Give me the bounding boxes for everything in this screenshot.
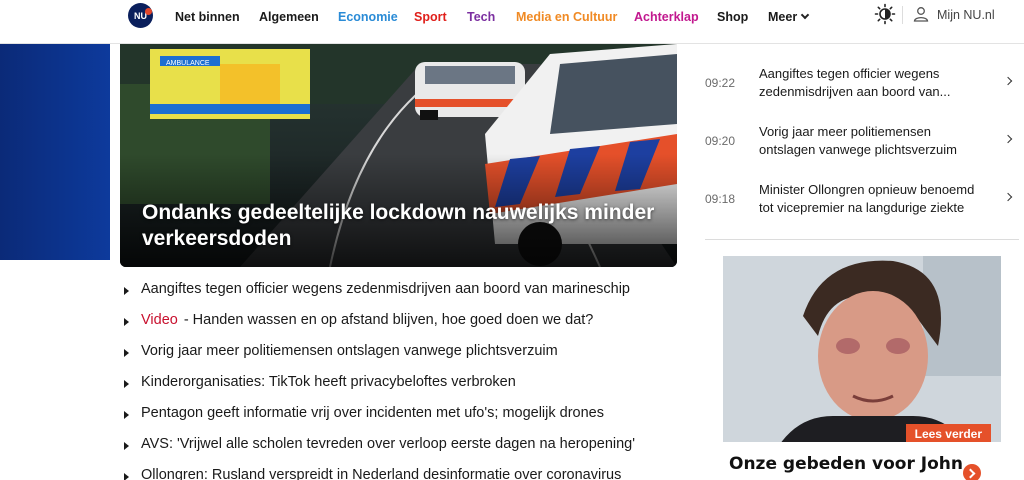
nav-tech[interactable]: Tech — [467, 10, 495, 24]
divider — [705, 239, 1019, 240]
article-list-item[interactable]: Kinderorganisaties: TikTok heeft privacy… — [124, 374, 684, 405]
bullet-triangle-icon — [124, 318, 129, 326]
header-divider — [902, 6, 903, 24]
bullet-triangle-icon — [124, 349, 129, 357]
article-list-item[interactable]: Ollongren: Rusland verspreidt in Nederla… — [124, 467, 684, 480]
top-navigation-bar: NU Net binnen Algemeen Economie Sport Te… — [0, 0, 1024, 44]
latest-title: Aangiftes tegen officier wegens zedenmisd… — [759, 66, 951, 99]
promo-card[interactable]: Lees verder Onze gebeden voor John — [723, 256, 1001, 480]
nav-achterklap[interactable]: Achterklap — [634, 10, 699, 24]
bullet-triangle-icon — [124, 380, 129, 388]
nav-net-binnen[interactable]: Net binnen — [175, 10, 240, 24]
article-title: AVS: 'Vrijwel alle scholen tevreden over… — [141, 436, 636, 452]
chevron-right-icon — [1003, 76, 1013, 86]
article-list-item[interactable]: Aangiftes tegen officier wegens zedenmis… — [124, 281, 684, 312]
article-title: - Handen wassen en op afstand blijven, h… — [183, 312, 594, 328]
theme-toggle-icon[interactable] — [874, 3, 896, 25]
article-list-item[interactable]: Vorig jaar meer politiemensen ontslagen … — [124, 343, 684, 374]
nav-algemeen[interactable]: Algemeen — [259, 10, 319, 24]
nav-shop[interactable]: Shop — [717, 10, 748, 24]
ambulance-label: AMBULANCE — [166, 60, 210, 67]
nav-economie[interactable]: Economie — [338, 10, 398, 24]
bullet-triangle-icon — [124, 287, 129, 295]
read-more-badge[interactable]: Lees verder — [905, 424, 991, 444]
article-list-item[interactable]: Video - Handen wassen en op afstand blijv… — [124, 312, 684, 343]
article-title: Vorig jaar meer politiemensen ontslagen … — [141, 343, 558, 359]
promo-title[interactable]: Onze gebeden voor John — [729, 454, 963, 474]
article-list-item[interactable]: AVS: 'Vrijwel alle scholen tevreden over… — [124, 436, 684, 467]
nav-meer-label: Meer — [768, 10, 798, 24]
article-list-item[interactable]: Pentagon geeft informatie vrij over inci… — [124, 405, 684, 436]
nu-logo[interactable]: NU — [128, 3, 153, 28]
bullet-triangle-icon — [124, 442, 129, 450]
chevron-right-icon — [1003, 134, 1013, 144]
hero-article[interactable]: AMBULANCE Ondanks gedeeltelijke lockdown… — [120, 44, 677, 267]
hero-title[interactable]: Ondanks gedeeltelijke lockdown nauwelijk… — [142, 200, 662, 252]
nav-sport[interactable]: Sport — [414, 10, 447, 24]
nav-meer[interactable]: Meer — [768, 10, 810, 24]
bullet-triangle-icon — [124, 411, 129, 419]
video-tag: Video — [141, 312, 178, 328]
latest-time: 09:22 — [705, 76, 736, 90]
arrow-right-icon[interactable] — [963, 464, 981, 480]
logo-dot — [145, 8, 152, 15]
latest-time: 09:18 — [705, 192, 736, 206]
nav-media-en-cultuur[interactable]: Media en Cultuur — [516, 10, 617, 24]
article-title: Kinderorganisaties: TikTok heeft privacy… — [141, 374, 516, 390]
latest-title: Vorig jaar meer politiemensen ontslagen v… — [759, 124, 957, 157]
account-link[interactable]: Mijn NU.nl — [937, 8, 995, 22]
article-title: Ollongren: Rusland verspreidt in Nederla… — [141, 467, 622, 480]
latest-title: Minister Ollongren opnieuw benoemd tot vi… — [759, 182, 975, 215]
user-icon[interactable] — [913, 6, 929, 22]
chevron-down-icon — [800, 10, 810, 20]
chevron-right-icon — [1003, 192, 1013, 202]
latest-time: 09:20 — [705, 134, 736, 148]
side-banner — [0, 44, 110, 260]
article-title: Pentagon geeft informatie vrij over inci… — [141, 405, 604, 421]
bullet-triangle-icon — [124, 473, 129, 480]
article-title: Aangiftes tegen officier wegens zedenmis… — [141, 281, 630, 297]
article-list: Aangiftes tegen officier wegens zedenmis… — [124, 281, 684, 480]
